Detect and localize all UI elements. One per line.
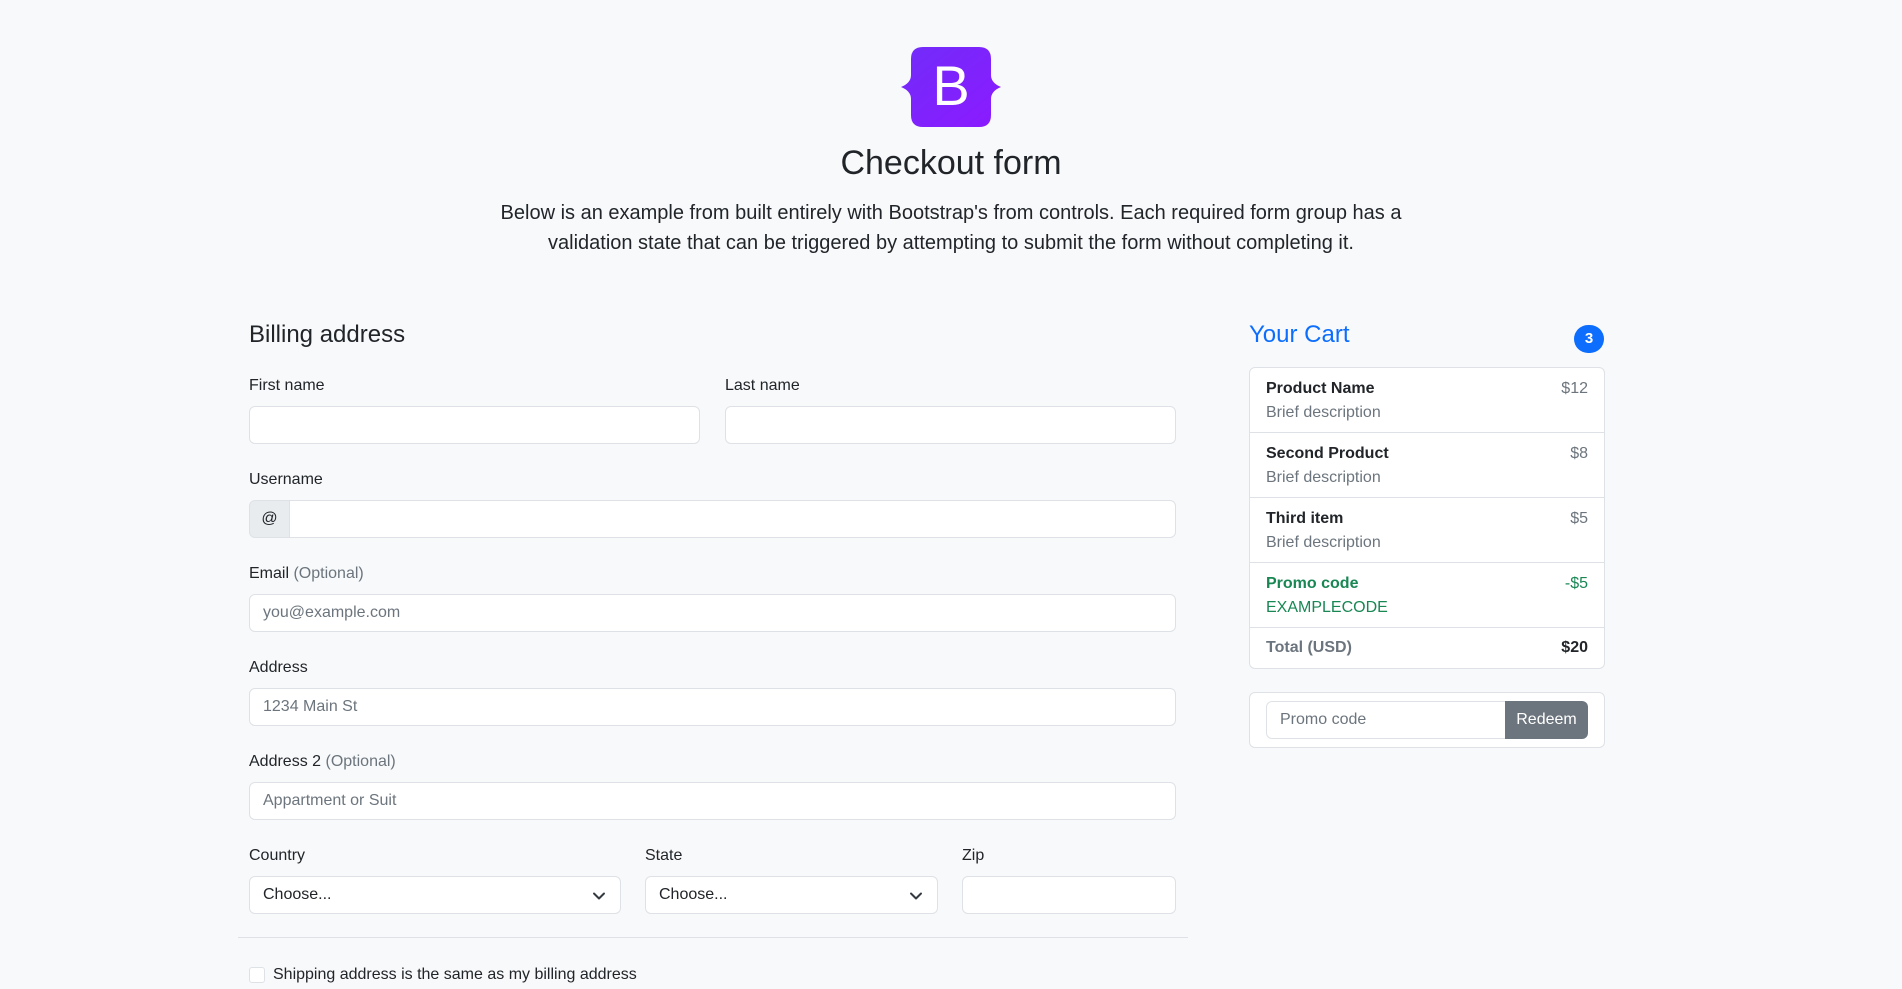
state-select[interactable]: Choose...	[645, 876, 938, 914]
country-select[interactable]: Choose...	[249, 876, 621, 914]
country-label: Country	[249, 847, 306, 864]
chevron-down-icon	[910, 892, 922, 900]
cart-list: Product Name Brief description $12 Secon…	[1249, 367, 1605, 669]
page-title: Checkout form	[840, 144, 1062, 182]
address2-input[interactable]: Appartment or Suit	[249, 782, 1176, 820]
bootstrap-logo-icon: B	[901, 47, 1001, 127]
last-name-input[interactable]	[725, 406, 1176, 444]
chevron-down-icon	[593, 892, 605, 900]
email-input[interactable]: you@example.com	[249, 594, 1176, 632]
logo-letter: B	[932, 54, 969, 117]
address2-label-text: Address 2	[249, 753, 322, 770]
cart-item-description: Brief description	[1266, 404, 1381, 421]
email-optional-text: (Optional)	[293, 565, 364, 582]
total-value: $20	[1561, 639, 1588, 656]
cart-item-name: Second Product	[1266, 445, 1389, 462]
first-name-input[interactable]	[249, 406, 700, 444]
promo-code-item: Promo code EXAMPLECODE -$5	[1250, 563, 1604, 628]
cart-item-description: Brief description	[1266, 469, 1381, 486]
form-divider	[238, 937, 1188, 938]
checkout-page: B Checkout form Below is an example from…	[0, 0, 1902, 989]
promo-code-input[interactable]: Promo code	[1266, 701, 1506, 739]
cart-item-name: Third item	[1266, 510, 1344, 527]
address-label: Address	[249, 659, 308, 676]
page-description: Below is an example from built entirely …	[500, 202, 1402, 254]
email-label: Email (Optional)	[249, 563, 364, 585]
promo-discount: -$5	[1564, 575, 1588, 592]
last-name-label: Last name	[725, 377, 800, 394]
promo-code-label: Promo code	[1266, 575, 1359, 592]
cart-item: Third item Brief description $5	[1250, 498, 1604, 563]
promo-code-value: EXAMPLECODE	[1266, 599, 1388, 616]
cart-title: Your Cart	[1249, 321, 1350, 348]
zip-input[interactable]	[962, 876, 1176, 914]
cart-item-price: $12	[1561, 380, 1588, 397]
username-input[interactable]	[289, 500, 1176, 538]
country-select-value: Choose...	[263, 886, 332, 903]
address2-optional-text: (Optional)	[325, 753, 396, 770]
redeem-button[interactable]: Redeem	[1505, 701, 1588, 739]
billing-title: Billing address	[249, 321, 406, 348]
address2-label: Address 2 (Optional)	[249, 751, 396, 773]
first-name-label: First name	[249, 377, 325, 394]
state-select-value: Choose...	[659, 886, 728, 903]
cart-total-row: Total (USD) $20	[1250, 628, 1604, 668]
total-label: Total (USD)	[1266, 639, 1352, 656]
cart-item-price: $5	[1570, 510, 1588, 527]
cart-count-badge: 3	[1574, 325, 1604, 353]
promo-form: Promo code Redeem	[1249, 692, 1605, 748]
cart-item: Product Name Brief description $12	[1250, 368, 1604, 433]
cart-item-description: Brief description	[1266, 534, 1381, 551]
email-label-text: Email	[249, 565, 290, 582]
zip-label: Zip	[962, 847, 985, 864]
cart-item: Second Product Brief description $8	[1250, 433, 1604, 498]
username-label: Username	[249, 471, 323, 488]
same-address-label[interactable]: Shipping address is the same as my billi…	[273, 964, 637, 986]
cart-item-name: Product Name	[1266, 380, 1375, 397]
same-address-checkbox[interactable]	[249, 967, 265, 983]
username-prefix: @	[249, 500, 290, 538]
address-input[interactable]: 1234 Main St	[249, 688, 1176, 726]
cart-item-price: $8	[1570, 445, 1588, 462]
state-label: State	[645, 847, 683, 864]
